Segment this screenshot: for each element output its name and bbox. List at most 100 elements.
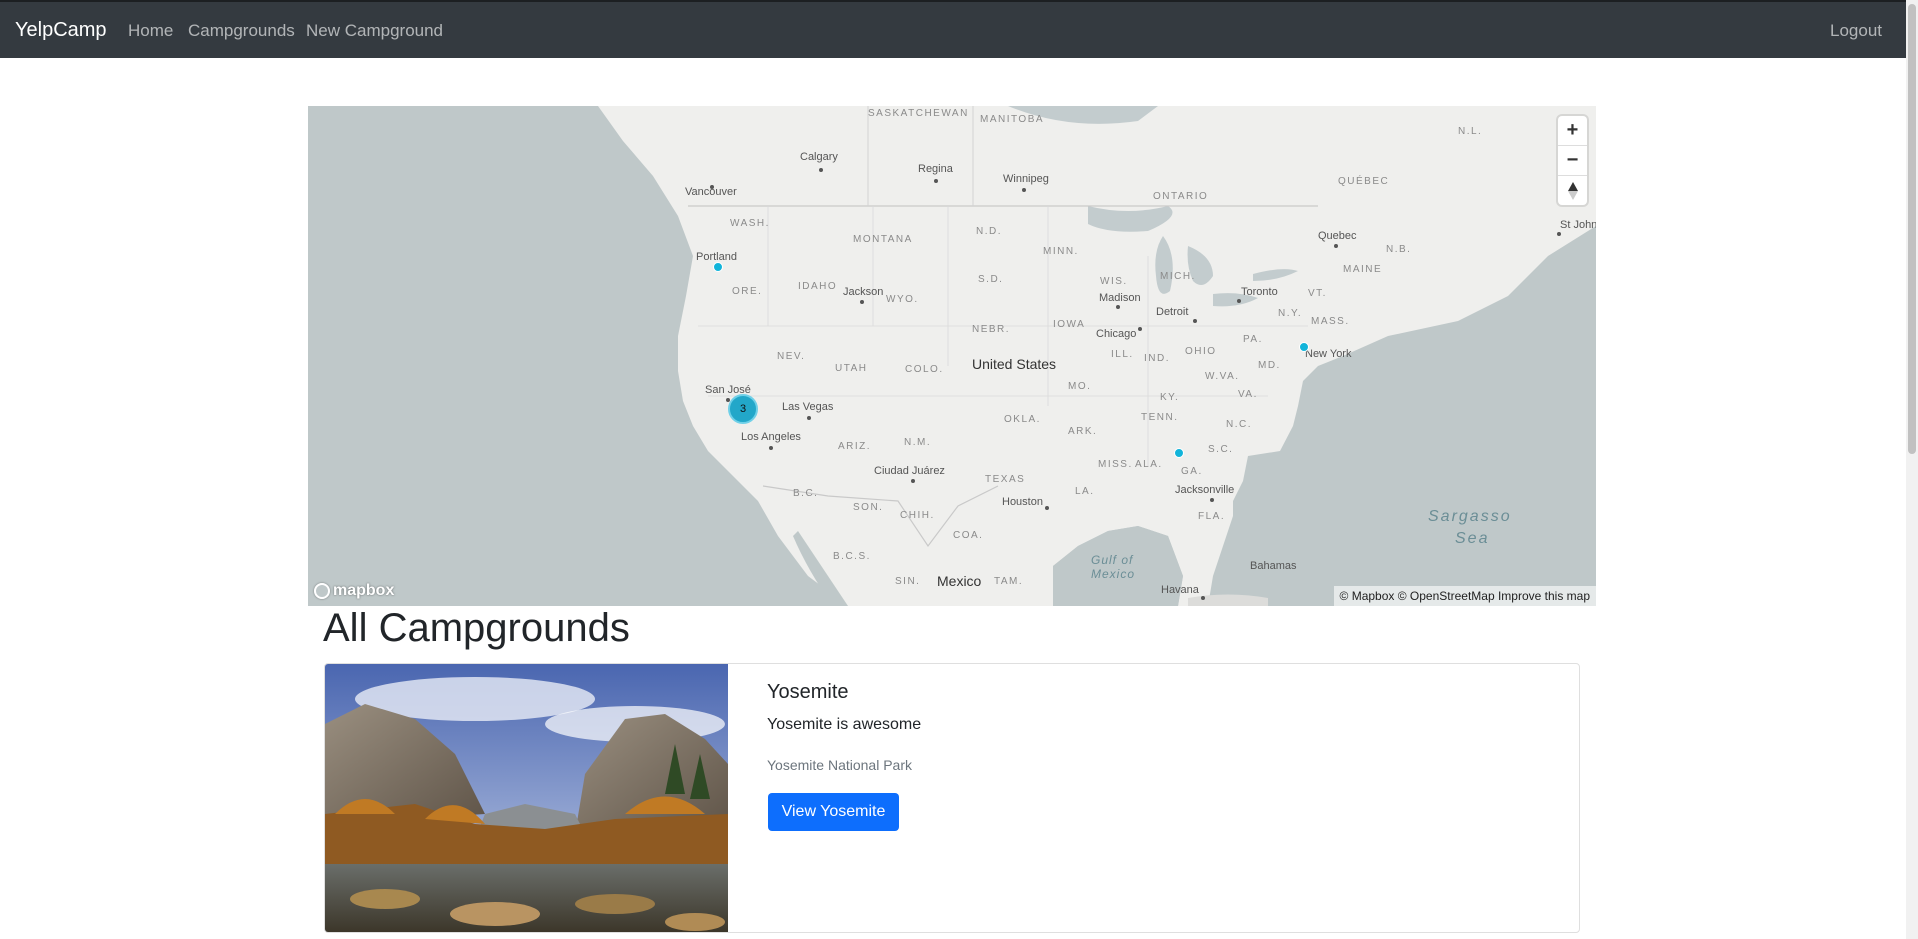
map-label: Toronto xyxy=(1241,286,1278,298)
map-label: Madison xyxy=(1099,292,1141,304)
map-label: MASS. xyxy=(1311,316,1350,327)
map-label: WYO. xyxy=(886,294,919,305)
map-label: ORE. xyxy=(732,286,763,297)
map-label: N.M. xyxy=(904,437,932,448)
map-label: St John xyxy=(1560,219,1596,231)
campground-card: Yosemite Yosemite is awesome Yosemite Na… xyxy=(324,663,1580,933)
map-label: Sargasso xyxy=(1428,508,1512,525)
map-label: Mexico xyxy=(1091,567,1136,581)
map-label: Quebec xyxy=(1318,230,1357,242)
map-attribution[interactable]: © Mapbox © OpenStreetMap Improve this ma… xyxy=(1333,586,1596,606)
page-scrollbar[interactable] xyxy=(1906,0,1918,939)
map-label: Bahamas xyxy=(1250,560,1297,572)
campground-description: Yosemite is awesome xyxy=(767,716,922,733)
map-label: MICH. xyxy=(1160,271,1196,282)
map-label: WIS. xyxy=(1100,276,1128,287)
campground-marker[interactable] xyxy=(1174,448,1184,458)
map-label: Vancouver xyxy=(685,186,737,198)
map-label: Detroit xyxy=(1156,306,1189,318)
map-label: VA. xyxy=(1238,389,1258,400)
scrollbar-thumb[interactable] xyxy=(1908,4,1916,454)
map-label: Sea xyxy=(1455,530,1490,547)
map-label: S.C. xyxy=(1208,444,1234,455)
cluster-map[interactable]: SASKATCHEWAN MANITOBA WASH. MONTANA N.D.… xyxy=(308,106,1596,606)
map-label: NEBR. xyxy=(972,324,1011,335)
map-label: VT. xyxy=(1308,288,1327,299)
reset-bearing-button[interactable] xyxy=(1558,176,1587,205)
map-label: IOWA xyxy=(1053,319,1086,330)
mapbox-logo-icon xyxy=(314,583,330,599)
map-label: WASH. xyxy=(730,218,770,229)
map-label: Houston xyxy=(1002,496,1043,508)
map-label: COLO. xyxy=(905,364,944,375)
map-label: Los Angeles xyxy=(741,431,801,443)
map-label: Havana xyxy=(1161,584,1199,596)
marker-cluster[interactable]: 3 xyxy=(728,394,758,424)
map-label: OKLA. xyxy=(1004,414,1041,425)
map-label: B.C. xyxy=(793,488,819,499)
map-label: N.Y. xyxy=(1278,308,1303,319)
map-label: QUÉBEC xyxy=(1338,176,1390,187)
map-label: OHIO xyxy=(1185,346,1217,357)
map-label: MINN. xyxy=(1043,246,1079,257)
map-label: N.D. xyxy=(976,226,1002,237)
campground-image xyxy=(325,664,728,932)
map-label: Calgary xyxy=(800,151,838,163)
map-label: KY. xyxy=(1160,392,1180,403)
map-label: Mexico xyxy=(937,573,982,589)
minus-icon: − xyxy=(1566,149,1579,171)
map-label: NEV. xyxy=(777,351,806,362)
map-label: United States xyxy=(972,356,1057,372)
map-label: MO. xyxy=(1068,381,1092,392)
nav-new-campground-link[interactable]: New Campground xyxy=(306,21,443,41)
map-label: New York xyxy=(1305,348,1352,360)
campground-marker[interactable] xyxy=(1299,342,1309,352)
map-label: UTAH xyxy=(835,363,868,374)
map-label: MONTANA xyxy=(853,234,913,245)
navbar: YelpCamp Home Campgrounds New Campground… xyxy=(0,0,1906,58)
campground-marker[interactable] xyxy=(713,262,723,272)
logout-link[interactable]: Logout xyxy=(1830,21,1882,41)
map-label: ONTARIO xyxy=(1153,191,1209,202)
map-label: CHIH. xyxy=(900,510,935,521)
nav-campgrounds-link[interactable]: Campgrounds xyxy=(188,21,295,41)
mapbox-logo[interactable]: mapbox xyxy=(314,582,394,600)
map-label: TAM. xyxy=(994,576,1024,587)
nav-home-link[interactable]: Home xyxy=(128,21,173,41)
map-label: MAINE xyxy=(1343,264,1383,275)
plus-icon: + xyxy=(1566,119,1579,141)
map-label: Winnipeg xyxy=(1003,173,1049,185)
map-label: SASKATCHEWAN xyxy=(868,108,969,119)
map-label: MD. xyxy=(1258,360,1281,371)
map-label: N.C. xyxy=(1226,419,1252,430)
map-label: TEXAS xyxy=(985,474,1026,485)
map-label: Gulf of xyxy=(1091,553,1134,567)
map-label: ARK. xyxy=(1068,426,1098,437)
map-label: Ciudad Juárez xyxy=(874,465,945,477)
map-label: SIN. xyxy=(895,576,921,587)
map-label: N.L. xyxy=(1458,126,1483,137)
map-label: B.C.S. xyxy=(833,551,871,562)
brand-link[interactable]: YelpCamp xyxy=(15,19,107,42)
map-label: Jacksonville xyxy=(1175,484,1235,496)
view-campground-button[interactable]: View Yosemite xyxy=(768,793,899,831)
map-label: Jackson xyxy=(843,286,884,298)
map-label: ARIZ. xyxy=(838,441,872,452)
zoom-in-button[interactable]: + xyxy=(1558,116,1587,146)
map-label: Las Vegas xyxy=(782,401,834,413)
zoom-out-button[interactable]: − xyxy=(1558,146,1587,176)
map-terrain xyxy=(598,106,1596,606)
map-label: MISS. xyxy=(1098,459,1133,470)
campground-title: Yosemite xyxy=(767,681,849,703)
map-label: GA. xyxy=(1181,466,1203,477)
map-label: S.D. xyxy=(978,274,1004,285)
map-label: Chicago xyxy=(1096,328,1137,340)
map-label: N.B. xyxy=(1386,244,1412,255)
map-label: PA. xyxy=(1243,334,1263,345)
map-label: TENN. xyxy=(1141,412,1179,423)
map-label: ALA. xyxy=(1135,459,1163,470)
page-title: All Campgrounds xyxy=(323,606,630,650)
map-label: IDAHO xyxy=(798,281,838,292)
map-label: FLA. xyxy=(1198,511,1226,522)
map-label: SON. xyxy=(853,502,884,513)
